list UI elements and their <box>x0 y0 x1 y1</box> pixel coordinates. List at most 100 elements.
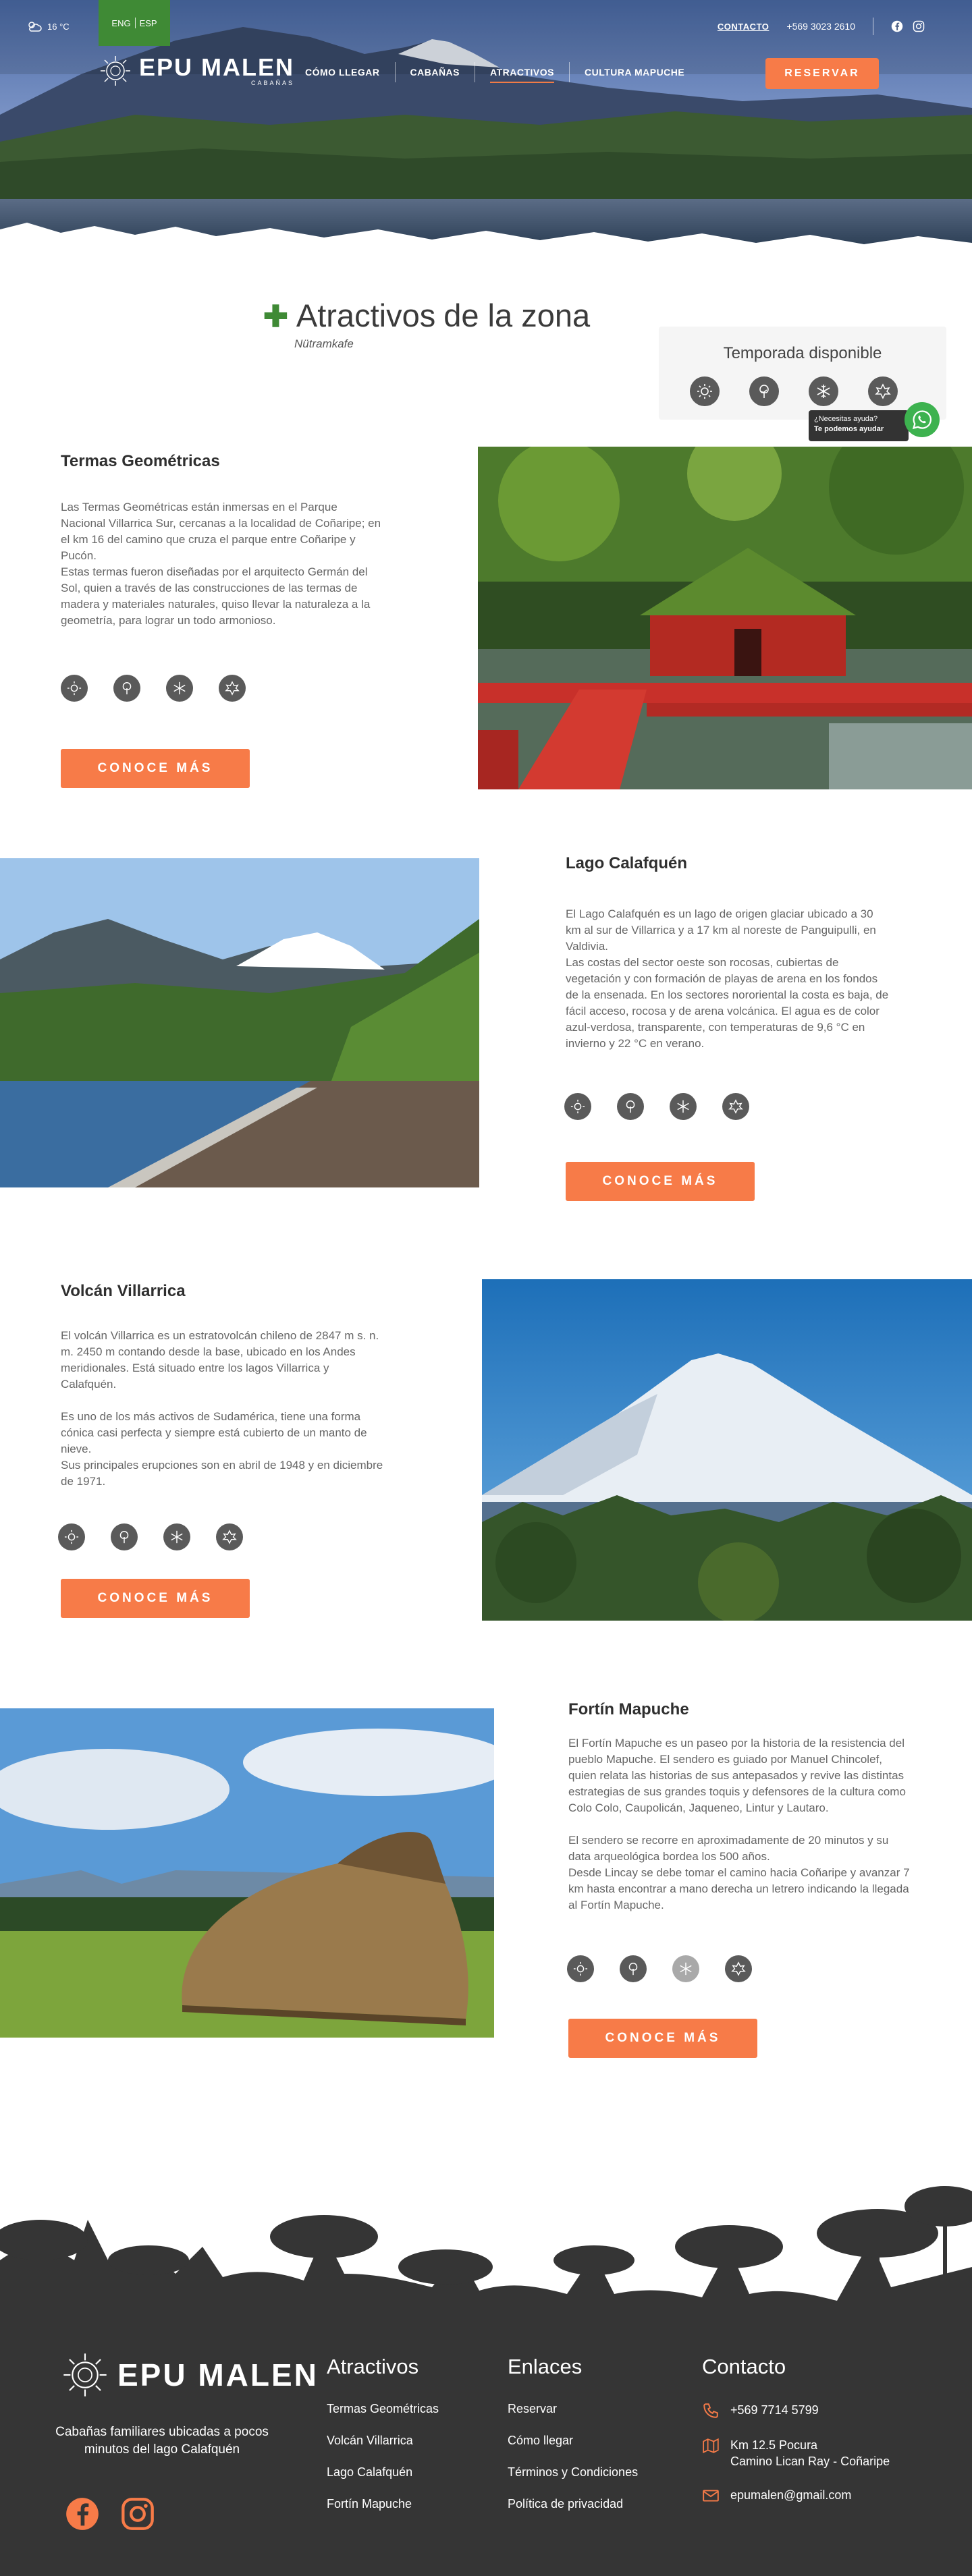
attraction-season-icons <box>61 675 246 702</box>
footer-tagline: Cabañas familiares ubicadas a pocos minu… <box>55 2425 269 2457</box>
main-navigation: CÓMO LLEGAR CABAÑAS ATRACTIVOS CULTURA M… <box>290 62 699 83</box>
attraction-description: Las Termas Geométricas están inmersas en… <box>61 499 385 629</box>
footer-col-title: Contacto <box>702 2355 786 2378</box>
footer-link-terminos[interactable]: Términos y Condiciones <box>508 2465 638 2480</box>
termas-photo <box>478 447 972 789</box>
footer-social <box>65 2496 155 2531</box>
mail-icon <box>703 2490 719 2502</box>
volcan-more-button[interactable]: CONOCE MÁS <box>61 1579 250 1618</box>
season-icons <box>690 376 898 406</box>
page-title: ✚ Atractivos de la zona <box>263 297 590 334</box>
attraction-description: El Fortín Mapuche es un paseo por la his… <box>568 1735 913 1913</box>
snowflake-icon <box>670 1093 697 1120</box>
fortin-more-button[interactable]: CONOCE MÁS <box>568 2019 757 2058</box>
footer-logo[interactable]: EPU MALEN <box>61 2351 319 2399</box>
footer-col-title: Enlaces <box>508 2355 583 2378</box>
footer-link-privacidad[interactable]: Política de privacidad <box>508 2497 638 2511</box>
footer-address-line-1: Km 12.5 Pocura <box>730 2438 818 2452</box>
language-switcher: ENG ESP <box>99 0 170 46</box>
cloud-sun-icon <box>28 22 42 32</box>
footer-phone-text: +569 7714 5799 <box>730 2403 819 2417</box>
spring-tree-icon <box>617 1093 644 1120</box>
attraction-season-icons <box>567 1955 752 1982</box>
brand-logo[interactable]: EPU MALEN CABAÑAS <box>99 54 294 88</box>
page-subtitle: Nütramkafe <box>294 337 354 350</box>
attraction-paragraph: Es uno de los más activos de Sudamérica,… <box>61 1410 367 1455</box>
footer-link-lago[interactable]: Lago Calafquén <box>327 2465 439 2480</box>
weather-temperature: 16 °C <box>47 21 70 32</box>
lago-photo <box>0 858 479 1187</box>
site-footer: EPU MALEN Cabañas familiares ubicadas a … <box>0 2280 972 2576</box>
footer-link-como-llegar[interactable]: Cómo llegar <box>508 2434 638 2448</box>
footer-col-title: Atractivos <box>327 2355 419 2378</box>
footer-link-termas[interactable]: Termas Geométricas <box>327 2402 439 2416</box>
footer-phone[interactable]: +569 7714 5799 <box>702 2402 890 2419</box>
termas-more-button[interactable]: CONOCE MÁS <box>61 749 250 788</box>
autumn-leaf-icon <box>219 675 246 702</box>
nav-como-llegar[interactable]: CÓMO LLEGAR <box>290 67 395 78</box>
whatsapp-button[interactable] <box>905 402 940 437</box>
title-rest: de la zona <box>443 298 591 333</box>
sun-emblem-icon <box>63 2353 107 2397</box>
autumn-leaf-icon <box>725 1955 752 1982</box>
volcan-photo <box>482 1279 972 1621</box>
sun-icon <box>564 1093 591 1120</box>
reserve-button[interactable]: RESERVAR <box>765 58 879 89</box>
snowflake-icon <box>163 1523 190 1550</box>
fortin-photo <box>0 1708 494 2038</box>
facebook-icon[interactable] <box>65 2496 100 2531</box>
footer-link-volcan[interactable]: Volcán Villarrica <box>327 2434 439 2448</box>
footer-col-enlaces: Enlaces Reservar Cómo llegar Términos y … <box>508 2355 638 2529</box>
footer-email[interactable]: epumalen@gmail.com <box>702 2487 890 2504</box>
facebook-icon[interactable] <box>891 20 903 32</box>
attraction-title: Fortín Mapuche <box>568 1700 689 1718</box>
sun-icon <box>690 376 720 406</box>
footer-address-line-2: Camino Lican Ray - Coñaripe <box>730 2455 890 2468</box>
footer-address: Km 12.5 Pocura Camino Lican Ray - Coñarip… <box>702 2437 890 2469</box>
sun-icon <box>58 1523 85 1550</box>
lang-eng[interactable]: ENG <box>111 18 130 28</box>
attraction-title: Volcán Villarrica <box>61 1282 186 1300</box>
top-social <box>891 20 925 32</box>
spring-tree-icon <box>113 675 140 702</box>
phone-icon <box>703 2403 718 2418</box>
footer-col-contacto: Contacto +569 7714 5799 Km 12.5 Pocura Ca… <box>702 2355 890 2522</box>
lang-esp[interactable]: ESP <box>140 18 157 28</box>
spring-tree-icon <box>749 376 779 406</box>
contact-link[interactable]: CONTACTO <box>718 22 769 32</box>
help-tooltip: ¿Necesitas ayuda? Te podemos ayudar <box>809 410 909 441</box>
attraction-paragraph: El Lago Calafquén es un lago de origen g… <box>566 907 876 953</box>
attraction-paragraph: Estas termas fueron diseñadas por el arq… <box>61 565 371 627</box>
sun-icon <box>567 1955 594 1982</box>
lang-divider <box>134 18 136 28</box>
attraction-paragraph: Las Termas Geométricas están inmersas en… <box>61 501 381 562</box>
top-phone[interactable]: +569 3023 2610 <box>786 21 855 32</box>
weather-widget: 16 °C <box>27 20 70 32</box>
season-availability-box: Temporada disponible <box>659 327 946 420</box>
attraction-paragraph: El sendero se recorre en aproximadamente… <box>568 1834 889 1863</box>
footer-col-atractivos: Atractivos Termas Geométricas Volcán Vil… <box>327 2355 439 2529</box>
footer-link-reservar[interactable]: Reservar <box>508 2402 638 2416</box>
attraction-paragraph: Desde Lincay se debe tomar el camino hac… <box>568 1866 910 1911</box>
footer-email-text: epumalen@gmail.com <box>730 2488 852 2502</box>
nav-cabanas[interactable]: CABAÑAS <box>396 67 475 78</box>
attraction-description: El Lago Calafquén es un lago de origen g… <box>566 906 890 1052</box>
mapuche-cross-icon: ✚ <box>263 300 288 333</box>
map-icon <box>703 2438 719 2454</box>
nav-atractivos[interactable]: ATRACTIVOS <box>475 67 569 83</box>
nav-cultura-mapuche[interactable]: CULTURA MAPUCHE <box>570 67 699 78</box>
footer-link-fortin[interactable]: Fortín Mapuche <box>327 2497 439 2511</box>
hero-banner: 16 °C ENG ESP CONTACTO +569 3023 2610 EP… <box>0 0 972 256</box>
season-label: Temporada disponible <box>723 344 882 362</box>
attraction-title: Termas Geométricas <box>61 452 220 470</box>
instagram-icon[interactable] <box>913 20 925 32</box>
brand-name: EPU MALEN <box>139 53 295 81</box>
lago-more-button[interactable]: CONOCE MÁS <box>566 1162 755 1201</box>
attraction-paragraph: El volcán Villarrica es un estratovolcán… <box>61 1329 379 1391</box>
attraction-season-icons <box>58 1523 243 1550</box>
help-line-2: Te podemos ayudar <box>814 425 884 434</box>
help-line-1: ¿Necesitas ayuda? <box>814 415 878 423</box>
instagram-icon[interactable] <box>120 2496 155 2531</box>
attraction-paragraph: Las costas del sector oeste son rocosas,… <box>566 956 889 1050</box>
title-highlight: Atractivos <box>296 298 436 333</box>
